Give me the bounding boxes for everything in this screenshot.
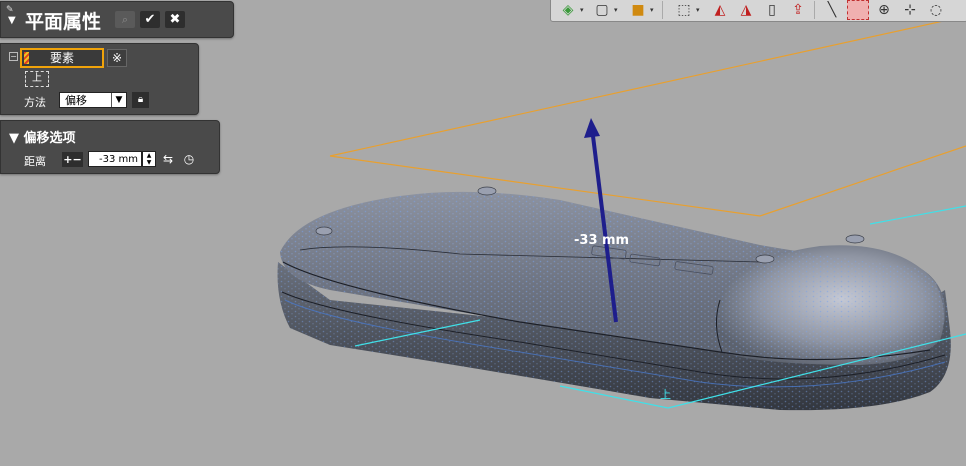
lasso-icon[interactable]: ◌	[925, 0, 947, 20]
offset-plane[interactable]	[329, 15, 966, 217]
chevron-down-icon[interactable]: ▼	[111, 93, 126, 107]
elements-panel: − 要素 ※ 上 方法 偏移 ▼ 🔒︎	[0, 43, 199, 115]
crosshair-icon[interactable]: ⊹	[899, 0, 921, 20]
method-value: 偏移	[65, 94, 87, 107]
sign-toggle-button[interactable]: +−	[62, 152, 83, 167]
history-icon[interactable]: ◷	[181, 152, 197, 167]
lock-icon[interactable]: 🔒︎	[132, 92, 149, 108]
pin-icon[interactable]: ✎	[6, 5, 14, 15]
elements-field-label: 要素	[49, 51, 74, 65]
point-select-icon[interactable]: ⊕	[873, 0, 895, 20]
cube-view-icon[interactable]: ▢	[591, 0, 613, 20]
chevron-down-icon[interactable]: ▾	[696, 6, 700, 14]
chevron-down-icon[interactable]: ▾	[650, 6, 654, 14]
toolbar-divider	[662, 1, 663, 19]
export-icon[interactable]: ⇪	[787, 0, 809, 20]
plane-reference-item[interactable]: 上	[25, 71, 49, 87]
toolbar-divider	[814, 1, 815, 19]
parallel-planes-icon[interactable]: ▯	[761, 0, 783, 20]
elements-field[interactable]: 要素	[20, 48, 104, 68]
tree-collapse-icon[interactable]: −	[9, 52, 18, 61]
base-plane-tag: 上	[660, 388, 671, 401]
cancel-button[interactable]: ✖	[165, 11, 185, 28]
required-stripe-icon	[24, 52, 29, 64]
color-cube-icon[interactable]: ■	[627, 0, 649, 20]
panel-title: 平面属性	[25, 11, 102, 33]
collapse-arrow-icon[interactable]: ▼	[9, 131, 24, 146]
offset-options-header[interactable]: ▼ 偏移选项	[9, 127, 76, 146]
offset-options-title: 偏移选项	[23, 131, 76, 146]
method-label: 方法	[24, 96, 46, 109]
chevron-down-icon[interactable]: ▾	[580, 6, 584, 14]
offset-options-panel: ▼ 偏移选项 距离 +− -33 mm ▲ ▼ ⇆ ◷	[0, 120, 220, 174]
ok-button[interactable]: ✔	[140, 11, 160, 28]
wireframe-cube-icon[interactable]: ⬚	[673, 0, 695, 20]
view-toolbar: ◈ ▾ ▢ ▾ ■ ▾ ⬚ ▾ ◭ ◮ ▯ ⇪ ╲ ⊕ ⊹ ◌	[550, 0, 966, 22]
distance-label: 距离	[24, 155, 46, 168]
chevron-down-icon[interactable]: ▾	[614, 6, 618, 14]
search-icon[interactable]: ⌕	[115, 11, 135, 28]
collapse-arrow-icon[interactable]: ▼	[8, 15, 16, 26]
selection-box-icon[interactable]	[847, 0, 869, 20]
plane-properties-header: ✎ ▼ 平面属性 ⌕ ✔ ✖	[0, 1, 234, 38]
dimension-label[interactable]: -33 mm	[574, 233, 629, 248]
line-icon[interactable]: ╲	[821, 0, 843, 20]
method-select[interactable]: 偏移 ▼	[59, 92, 127, 108]
distance-input[interactable]: -33 mm	[88, 151, 142, 167]
flip-direction-icon[interactable]: ⇆	[159, 152, 177, 167]
section-alt-icon[interactable]: ◮	[735, 0, 757, 20]
distance-spinner[interactable]: ▲ ▼	[142, 151, 156, 167]
section-icon[interactable]: ◭	[709, 0, 731, 20]
display-mode-icon[interactable]: ◈	[557, 0, 579, 20]
more-options-icon[interactable]: ※	[107, 49, 127, 67]
